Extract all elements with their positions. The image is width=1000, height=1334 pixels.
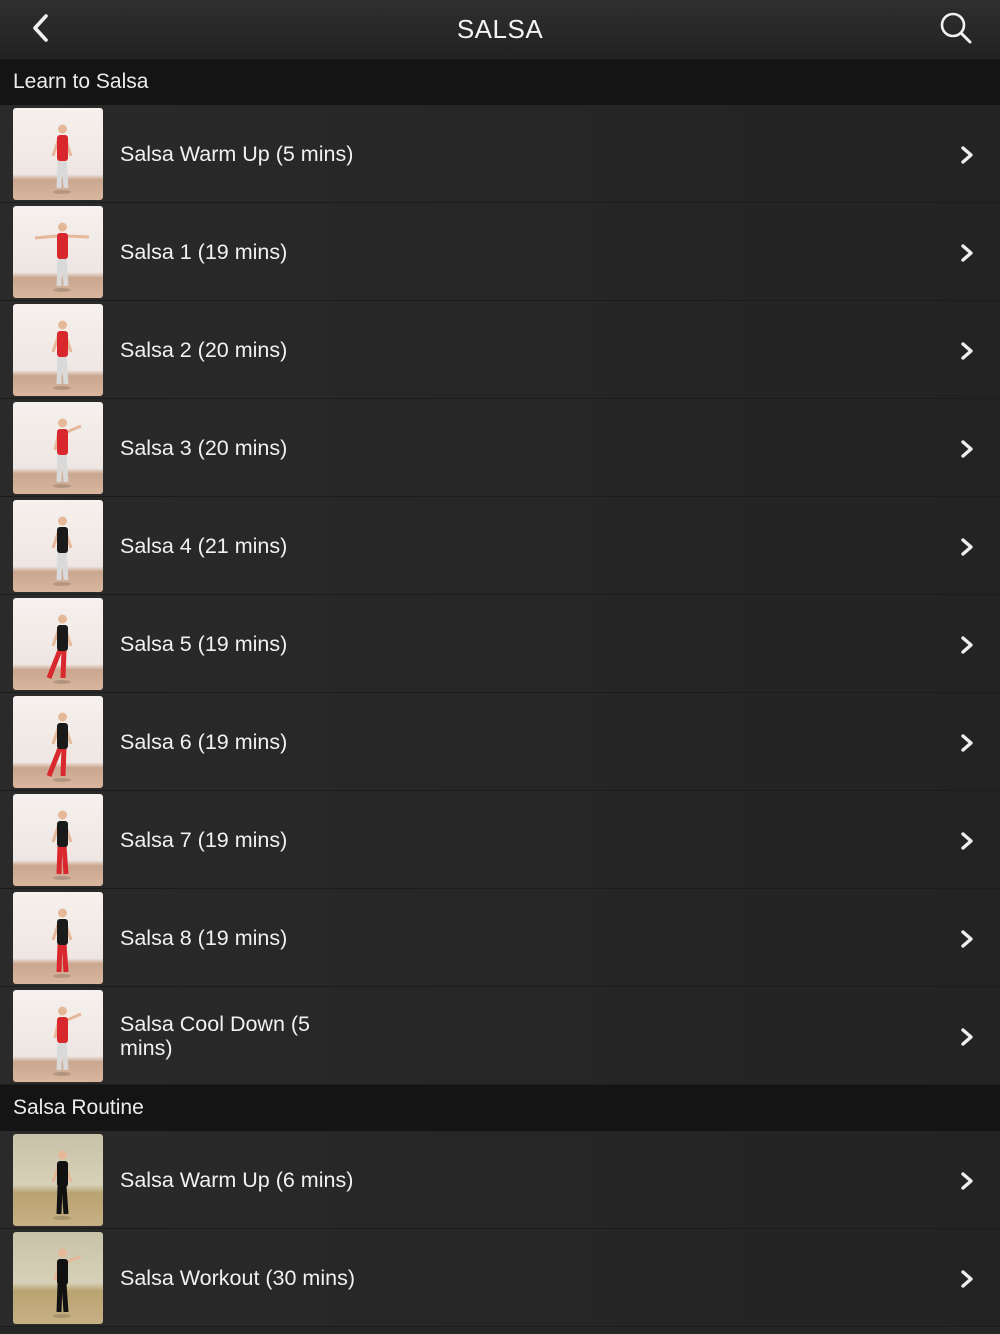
- page-title: SALSA: [456, 13, 544, 44]
- search-button[interactable]: [938, 10, 976, 48]
- dancer-figure: [51, 124, 73, 194]
- list-item-title: Salsa 8 (19 mins): [120, 926, 288, 950]
- chevron-right-icon: [961, 832, 973, 850]
- list-item[interactable]: Salsa 2 (20 mins): [0, 301, 1000, 399]
- dancer-figure: [34, 222, 90, 292]
- dancer-figure: [51, 810, 73, 880]
- dancer-figure: [51, 908, 73, 978]
- list-item-title: Salsa 3 (20 mins): [120, 436, 288, 460]
- video-thumbnail: [13, 892, 103, 984]
- dancer-figure: [51, 1150, 73, 1220]
- chevron-right-icon: [961, 440, 973, 458]
- search-icon: [940, 12, 972, 44]
- video-thumbnail: [13, 500, 103, 592]
- list-item-title: Salsa 2 (20 mins): [120, 338, 288, 362]
- list-item-title: Salsa Warm Up (5 mins): [120, 142, 354, 166]
- chevron-right-icon: [961, 538, 973, 556]
- video-thumbnail: [13, 108, 103, 200]
- video-thumbnail: [13, 206, 103, 298]
- section-header: Learn to Salsa: [0, 59, 1000, 105]
- nav-bar: SALSA: [0, 0, 1000, 58]
- list-item[interactable]: Salsa Warm Up (5 mins): [0, 105, 1000, 203]
- video-thumbnail: [13, 598, 103, 690]
- video-thumbnail: [13, 1134, 103, 1226]
- list-item[interactable]: Salsa 5 (19 mins): [0, 595, 1000, 693]
- list-item-title: Salsa 1 (19 mins): [120, 240, 288, 264]
- dancer-figure: [53, 418, 82, 488]
- section-header: Salsa Routine: [0, 1085, 1000, 1131]
- chevron-right-icon: [961, 636, 973, 654]
- list-item[interactable]: Salsa Warm Up (6 mins): [0, 1131, 1000, 1229]
- video-thumbnail: [13, 402, 103, 494]
- list-item-title: Salsa Cool Down (5 mins): [120, 1012, 311, 1060]
- chevron-right-icon: [961, 146, 973, 164]
- video-thumbnail: [13, 304, 103, 396]
- video-thumbnail: [13, 1232, 103, 1324]
- list-item-title: Salsa Warm Up (6 mins): [120, 1168, 354, 1192]
- list-item-title: Salsa 4 (21 mins): [120, 534, 288, 558]
- chevron-right-icon: [961, 930, 973, 948]
- list-item-title: Salsa 7 (19 mins): [120, 828, 288, 852]
- chevron-right-icon: [961, 734, 973, 752]
- chevron-right-icon: [961, 1172, 973, 1190]
- video-thumbnail: [13, 990, 103, 1082]
- list-item-title: Salsa 6 (19 mins): [120, 730, 288, 754]
- chevron-right-icon: [961, 342, 973, 360]
- list-item[interactable]: Salsa 7 (19 mins): [0, 791, 1000, 889]
- dancer-figure: [51, 516, 73, 586]
- list-item[interactable]: Salsa 3 (20 mins): [0, 399, 1000, 497]
- list-item[interactable]: Salsa Cool Down (5 mins): [0, 987, 1000, 1085]
- chevron-right-icon: [961, 244, 973, 262]
- list-item[interactable]: Salsa 6 (19 mins): [0, 693, 1000, 791]
- video-thumbnail: [13, 696, 103, 788]
- dancer-figure: [53, 1248, 82, 1318]
- dancer-figure: [53, 1006, 82, 1076]
- back-button[interactable]: [26, 10, 62, 46]
- list-item[interactable]: Salsa 4 (21 mins): [0, 497, 1000, 595]
- list-item[interactable]: Salsa 1 (19 mins): [0, 203, 1000, 301]
- list-item-title: Salsa 5 (19 mins): [120, 632, 288, 656]
- dancer-figure: [46, 712, 73, 782]
- dancer-figure: [51, 320, 73, 390]
- list-item[interactable]: Salsa Workout (30 mins): [0, 1229, 1000, 1327]
- chevron-right-icon: [961, 1028, 973, 1046]
- dancer-figure: [46, 614, 73, 684]
- chevron-left-icon: [33, 14, 48, 42]
- list-item[interactable]: Salsa 8 (19 mins): [0, 889, 1000, 987]
- chevron-right-icon: [961, 1270, 973, 1288]
- list-item-title: Salsa Workout (30 mins): [120, 1266, 355, 1290]
- video-thumbnail: [13, 794, 103, 886]
